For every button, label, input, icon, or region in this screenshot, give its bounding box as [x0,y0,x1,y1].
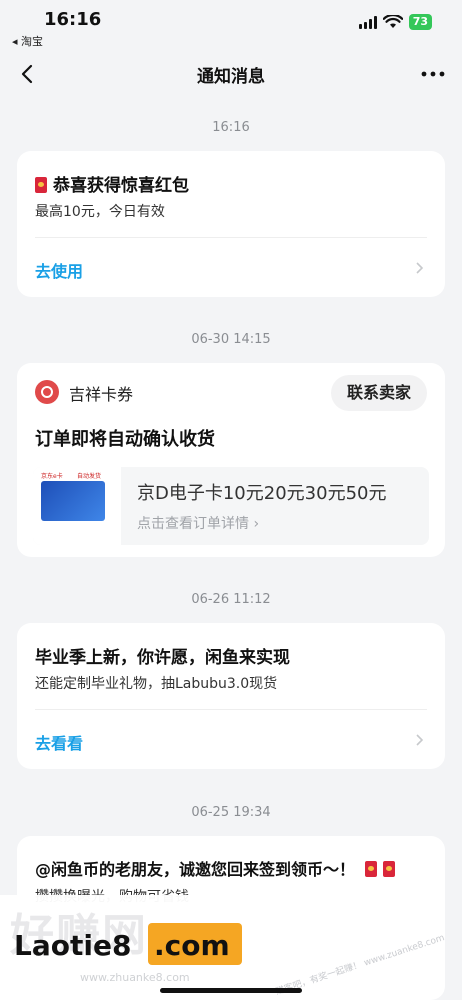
back-to-app-link[interactable]: ◂ 淘宝 [12,33,43,49]
status-time: 16:16 [44,9,102,30]
order-message-card[interactable]: 吉祥卡券 联系卖家 订单即将自动确认收货 京东e卡 自动发货 京D电子卡10元2… [17,363,445,557]
shop-name: 吉祥卡券 [69,385,134,404]
message-title: 恭喜获得惊喜红包 [35,171,189,196]
red-packet-icon [35,177,47,193]
use-button[interactable]: 去使用 [35,258,83,282]
contact-seller-button[interactable]: 联系卖家 [330,375,427,411]
product-name: 京D电子卡10元20元30元50元 [137,483,387,504]
chevron-right-icon [416,262,424,274]
card-divider [35,237,427,238]
message-timestamp: 06-30 14:15 [191,332,271,347]
message-timestamp: 06-26 11:12 [191,592,271,607]
watermark-suffix: .com [154,929,230,962]
site-watermark: 好赚网 Laotie8 .com www.zhuanke8.com [0,895,258,1000]
thumb-tag: 自动发货 [77,473,102,480]
watermark-brand: Laotie8 [14,929,132,962]
thumb-tag: 京东e卡 [41,473,63,480]
message-timestamp: 06-25 19:34 [191,805,271,820]
message-title-text: 恭喜获得惊喜红包 [53,176,189,196]
nav-bar: 通知消息 [0,52,462,96]
product-thumbnail: 京东e卡 自动发货 [33,467,121,545]
promotion-message-card[interactable]: 毕业季上新，你许愿，闲鱼来实现 还能定制毕业礼物，抽Labubu3.0现货 去看… [17,623,445,769]
message-subtitle: 最高10元，今日有效 [35,204,165,220]
order-detail-link[interactable]: 点击查看订单详情 › [137,513,259,533]
cellular-signal-icon [358,15,377,29]
status-icons: 73 [358,14,432,30]
battery-icon: 73 [408,14,432,30]
watermark-url: www.zhuanke8.com [80,971,190,984]
message-timestamp: 16:16 [212,120,250,135]
order-product-box[interactable]: 京东e卡 自动发货 京D电子卡10元20元30元50元 点击查看订单详情 › [33,467,429,545]
red-packet-icon [364,861,377,877]
status-bar: 16:16 ◂ 淘宝 73 [0,0,462,50]
red-packet-message-card[interactable]: 恭喜获得惊喜红包 最高10元，今日有效 去使用 [17,151,445,297]
page-title: 通知消息 [197,67,265,87]
home-indicator[interactable] [160,988,302,993]
message-title: @闲鱼币的老朋友，诚邀您回来签到领币～！ [35,856,401,880]
red-packet-icon [382,861,395,877]
chevron-right-icon [416,734,424,746]
gift-card-image [41,481,105,521]
message-title: 毕业季上新，你许愿，闲鱼来实现 [35,648,290,668]
shop-logo-icon [35,380,59,404]
message-title: 订单即将自动确认收货 [35,429,215,450]
wifi-icon [382,15,403,28]
message-subtitle: 还能定制毕业礼物，抽Labubu3.0现货 [35,676,278,692]
more-options-icon[interactable] [420,64,446,84]
card-divider [35,709,427,710]
message-title-text: @闲鱼币的老朋友，诚邀您回来签到领币～！ [35,860,356,879]
view-button[interactable]: 去看看 [35,730,83,754]
